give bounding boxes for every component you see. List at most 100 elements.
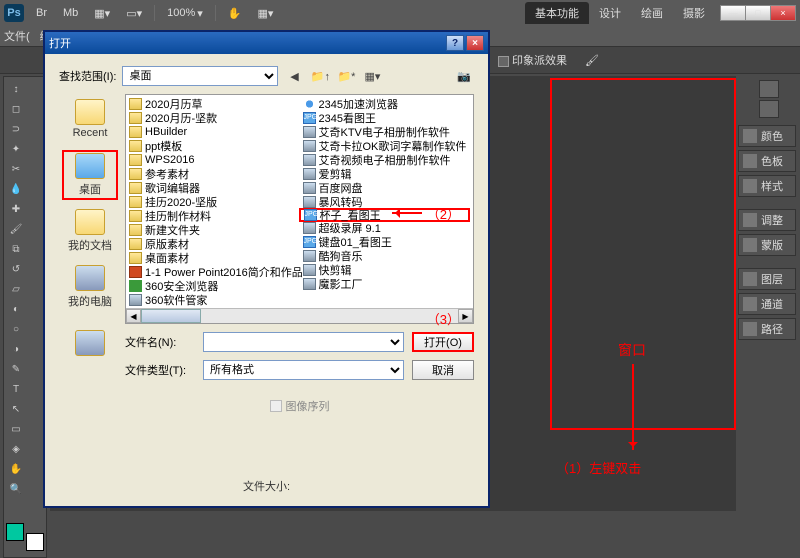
arrange-icon[interactable]: ▦▾ [88,5,116,22]
dialog-help-button[interactable]: ? [446,35,464,51]
shape-tool-icon[interactable]: ▭ [7,420,25,438]
maximize-button[interactable]: □ [745,5,771,21]
panel-color[interactable]: 颜色 [738,125,796,147]
panel-adjust[interactable]: 调整 [738,209,796,231]
place-computer[interactable]: 我的电脑 [62,262,118,312]
filetype-select[interactable]: 所有格式 [203,360,404,380]
hscrollbar[interactable]: ◀ ▶ [126,308,473,323]
menu-file[interactable]: 文件( [4,28,30,44]
blur-tool-icon[interactable]: ○ [7,320,25,338]
file-item[interactable]: 1-1 Power Point2016简介和作品 [126,265,300,279]
file-item[interactable]: 挂历2020-坚版 [126,195,300,209]
tab-paint[interactable]: 绘画 [631,2,673,24]
file-item[interactable]: 360软件管家 [126,293,300,307]
dialog-titlebar[interactable]: 打开 ? × [45,32,488,54]
scroll-thumb[interactable] [141,309,201,323]
panel-layer[interactable]: 图层 [738,268,796,290]
hand-tool-icon[interactable]: ✋ [7,460,25,478]
history-panel-icon[interactable] [759,80,779,98]
file-item[interactable]: 2345加速浏览器 [300,97,474,111]
file-item[interactable]: ppt模板 [126,139,300,153]
brush-icon[interactable]: 🖌 [585,54,599,67]
open-button[interactable]: 打开(O) [412,332,474,352]
gradient-tool-icon[interactable]: ◐ [7,300,25,318]
file-item[interactable]: 艾奇视频电子相册制作软件 [300,153,474,167]
move-tool-icon[interactable]: ↕ [7,80,25,98]
lasso-tool-icon[interactable]: ⊃ [7,120,25,138]
viewmenu-icon[interactable]: ▦▾ [362,66,382,86]
tab-design[interactable]: 设计 [589,2,631,24]
camera-icon[interactable]: 📷 [454,66,474,86]
screen-mode-icon[interactable]: ▭▾ [120,5,148,22]
scroll-left-icon[interactable]: ◀ [126,309,141,323]
hand-icon[interactable]: ✋ [222,5,248,22]
file-item[interactable]: JPG键盘01_看图王 [300,235,474,249]
file-item[interactable]: 酷狗音乐 [300,249,474,263]
crop-tool-icon[interactable]: ✂ [7,160,25,178]
path-tool-icon[interactable]: ↖ [7,400,25,418]
file-item[interactable]: HBuilder [126,125,300,139]
file-item[interactable]: 魔影工厂 [300,277,474,291]
up-icon[interactable]: 📁↑ [310,66,330,86]
zoom-level[interactable]: 100% ▾ [161,5,209,22]
mb-button[interactable]: Mb [57,5,84,21]
tab-photo[interactable]: 摄影 [673,2,715,24]
heal-tool-icon[interactable]: ✚ [7,200,25,218]
marquee-tool-icon[interactable]: ◻ [7,100,25,118]
file-item[interactable]: 2020月历-坚款 [126,111,300,125]
file-item[interactable]: JPG图01 [473,109,474,123]
actions-panel-icon[interactable] [759,100,779,118]
type-tool-icon[interactable]: T [7,380,25,398]
back-icon[interactable]: ◀ [284,66,304,86]
close-button[interactable]: × [770,5,796,21]
panel-swatch[interactable]: 色板 [738,150,796,172]
br-button[interactable]: Br [30,5,53,21]
file-item[interactable]: 参考素材 [126,167,300,181]
place-recent[interactable]: Recent [62,94,118,144]
brush-tool-icon[interactable]: 🖌 [7,220,25,238]
file-item[interactable]: 原版素材 [126,237,300,251]
lookin-select[interactable]: 桌面 [122,66,278,86]
zoom-tool-icon[interactable]: 🔍 [7,480,25,498]
newfolder-icon[interactable]: 📁* [336,66,356,86]
eraser-tool-icon[interactable]: ▱ [7,280,25,298]
file-list[interactable]: 2020月历草2020月历-坚款HBuilderppt模板WPS2016参考素材… [125,94,474,324]
file-item[interactable]: WPS2016 [126,153,300,167]
file-item[interactable]: 挂历制作材料 [126,209,300,223]
opt-impress[interactable]: 印象派效果 [498,52,567,68]
file-item[interactable]: 爱剪辑 [300,167,474,181]
place-desktop[interactable]: 桌面 [62,150,118,200]
stamp-tool-icon[interactable]: ⧉ [7,240,25,258]
tab-basic[interactable]: 基本功能 [525,2,589,24]
place-docs[interactable]: 我的文档 [62,206,118,256]
minimize-button[interactable]: — [720,5,746,21]
file-item[interactable]: 快剪辑 [300,263,474,277]
panel-mask[interactable]: 蒙版 [738,234,796,256]
extras-icon[interactable]: ▦▾ [252,5,280,22]
file-item[interactable]: 手机 [473,95,474,109]
scroll-right-icon[interactable]: ▶ [458,309,473,323]
panel-path[interactable]: 路径 [738,318,796,340]
file-item[interactable]: 艾奇卡拉OK歌词字幕制作软件 [300,139,474,153]
fg-bg-color[interactable] [6,523,44,551]
history-tool-icon[interactable]: ↺ [7,260,25,278]
file-item[interactable]: JPG2345看图王 [300,111,474,125]
file-item[interactable]: 2020月历草 [126,97,300,111]
filename-input[interactable] [203,332,404,352]
file-item[interactable]: 超级录屏 9.1 [300,221,474,235]
wand-tool-icon[interactable]: ✦ [7,140,25,158]
dialog-close-button[interactable]: × [466,35,484,51]
file-item[interactable]: 百度网盘 [300,181,474,195]
cancel-button[interactable]: 取消 [412,360,474,380]
file-item[interactable]: 艾奇KTV电子相册制作软件 [300,125,474,139]
panel-style[interactable]: 样式 [738,175,796,197]
file-item[interactable]: 360安全浏览器 [126,279,300,293]
pen-tool-icon[interactable]: ✎ [7,360,25,378]
panel-channel[interactable]: 通道 [738,293,796,315]
dodge-tool-icon[interactable]: ◑ [7,340,25,358]
file-item[interactable]: 桌面素材 [126,251,300,265]
eyedrop-tool-icon[interactable]: 💧 [7,180,25,198]
file-item[interactable]: 歌词编辑器 [126,181,300,195]
3d-tool-icon[interactable]: ◈ [7,440,25,458]
file-item[interactable]: 新建文件夹 [126,223,300,237]
